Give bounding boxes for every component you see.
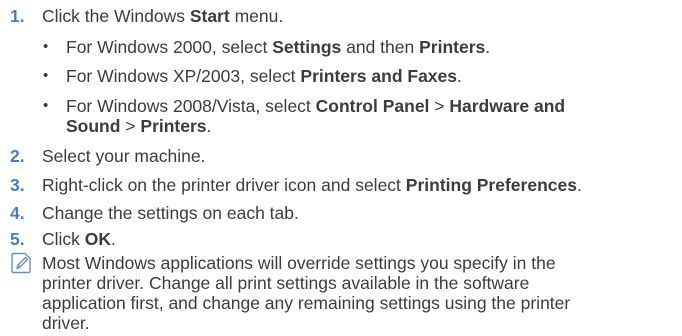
- sub-item-text: For Windows XP/2003, select Printers and…: [66, 66, 462, 86]
- step-text: Click OK.: [42, 229, 116, 249]
- sub-item-text: For Windows 2008/Vista, select Control P…: [66, 96, 566, 116]
- note-line: application first, and change any remain…: [42, 293, 571, 313]
- step-number: 5.: [10, 229, 25, 249]
- instruction-document: 1. Click the Windows Start menu. • For W…: [0, 0, 682, 336]
- step-text: Change the settings on each tab.: [42, 203, 299, 223]
- bullet-icon: •: [43, 97, 49, 114]
- step-number: 2.: [10, 146, 25, 166]
- sub-item-text: Sound > Printers.: [66, 116, 212, 136]
- bullet-icon: •: [43, 67, 49, 84]
- bullet-icon: •: [43, 38, 49, 55]
- step-text: Click the Windows Start menu.: [42, 6, 284, 26]
- note-line: driver.: [42, 313, 90, 333]
- step-number: 4.: [10, 203, 25, 223]
- note-line: printer driver. Change all print setting…: [42, 273, 530, 293]
- note-pencil-icon: [11, 252, 31, 274]
- step-number: 3.: [10, 175, 25, 195]
- step-number: 1.: [10, 6, 25, 26]
- note-line: Most Windows applications will override …: [42, 253, 556, 273]
- step-text: Right-click on the printer driver icon a…: [42, 175, 582, 195]
- sub-item-text: For Windows 2000, select Settings and th…: [66, 37, 491, 57]
- step-text: Select your machine.: [42, 146, 206, 166]
